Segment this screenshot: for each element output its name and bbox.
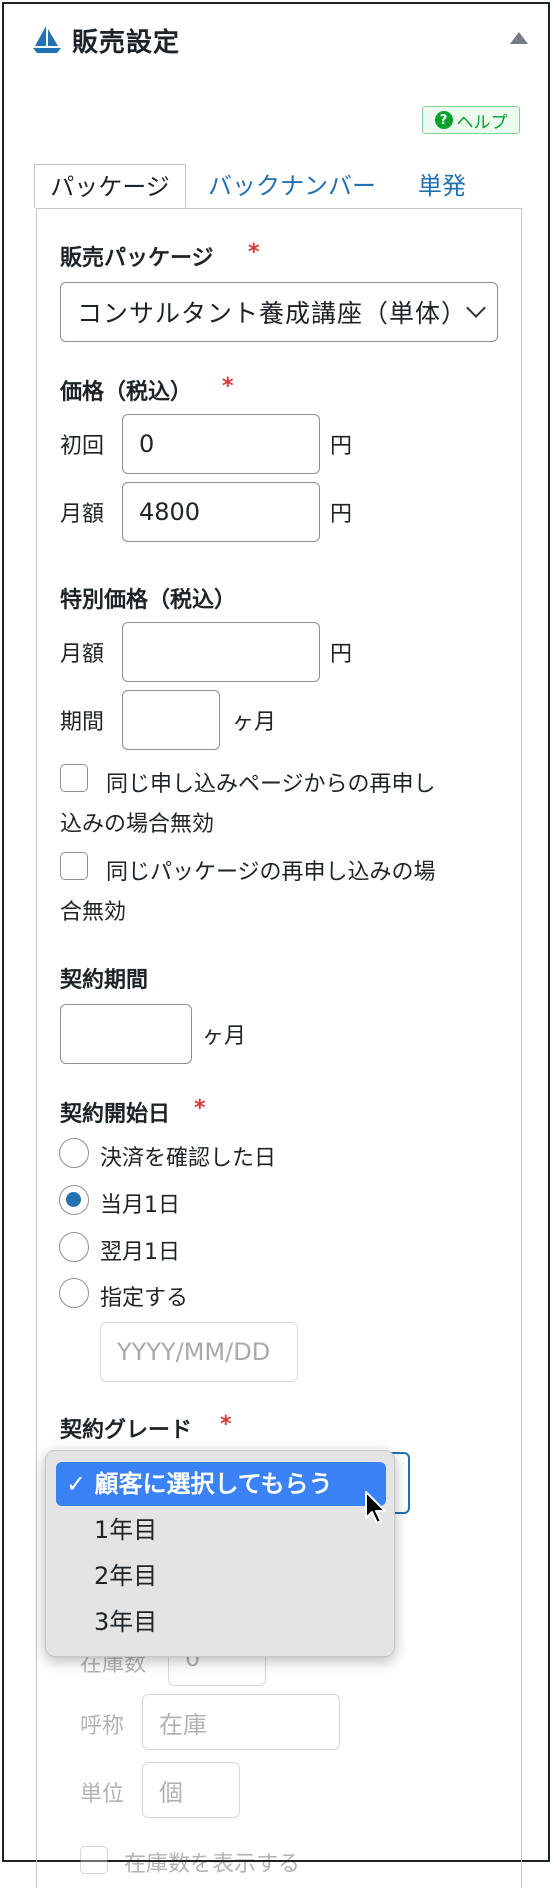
stock-unit-label: 単位: [80, 1782, 125, 1807]
panel-title: 販売設定: [72, 28, 181, 58]
start-date-option-label: 当月1日: [100, 1193, 180, 1218]
start-date-radio-payment[interactable]: [59, 1138, 89, 1168]
stock-name-input[interactable]: 在庫: [142, 1694, 340, 1750]
grade-dropdown-menu: ✓ 顧客に選択してもらう 1年目 2年目 3年目: [45, 1450, 395, 1657]
help-icon: ?: [434, 111, 453, 129]
yen-unit: 円: [330, 502, 353, 527]
tab-package[interactable]: パッケージ: [34, 164, 186, 208]
grade-option-year-2[interactable]: 2年目: [46, 1554, 394, 1598]
special-price-label: 特別価格（税込）: [60, 588, 237, 613]
required-mark: *: [248, 240, 260, 265]
show-stock-checkbox[interactable]: [80, 1846, 108, 1874]
period-label: 期間: [60, 710, 105, 735]
start-date-label: 契約開始日: [60, 1102, 171, 1127]
start-date-radio-this-month[interactable]: [59, 1185, 89, 1215]
yen-unit: 円: [330, 434, 353, 459]
grade-option-year-3[interactable]: 3年目: [46, 1600, 394, 1644]
help-button[interactable]: ? ヘルプ: [422, 106, 520, 134]
start-date-radio-next-month[interactable]: [59, 1232, 89, 1262]
reapply-page-label-line1: 同じ申し込みページからの再申し: [106, 772, 436, 797]
package-label: 販売パッケージ: [60, 246, 214, 271]
mouse-cursor-icon: [365, 1491, 386, 1524]
grade-option-year-1[interactable]: 1年目: [46, 1508, 394, 1552]
grade-option-customer-choice[interactable]: ✓ 顧客に選択してもらう: [56, 1462, 386, 1506]
start-date-placeholder: YYYY/MM/DD: [117, 1338, 271, 1366]
required-mark: *: [222, 374, 234, 399]
stock-unit-input[interactable]: 個: [142, 1762, 240, 1818]
special-monthly-label: 月額: [60, 642, 105, 667]
reapply-package-label-line2: 合無効: [60, 900, 127, 925]
price-label: 価格（税込）: [60, 380, 193, 405]
start-date-option-label: 決済を確認した日: [100, 1146, 277, 1171]
package-select[interactable]: コンサルタント養成講座（単体）: [60, 282, 498, 342]
start-date-option-label: 指定する: [100, 1286, 189, 1311]
sailboat-icon: [33, 26, 61, 53]
grade-label: 契約グレード: [60, 1418, 193, 1443]
special-monthly-input[interactable]: [122, 622, 320, 682]
help-label: ヘルプ: [456, 112, 508, 133]
required-mark: *: [220, 1412, 232, 1437]
reapply-page-label-line2: 込みの場合無効: [60, 812, 215, 837]
initial-label: 初回: [60, 434, 105, 459]
start-date-radio-specify[interactable]: [59, 1278, 89, 1308]
reapply-page-checkbox[interactable]: [60, 764, 88, 792]
tab-single[interactable]: 単発: [418, 164, 466, 208]
tab-back-number[interactable]: バックナンバー: [208, 164, 376, 208]
required-mark: *: [194, 1096, 206, 1121]
stock-name-label: 呼称: [80, 1714, 125, 1739]
show-stock-label: 在庫数を表示する: [124, 1852, 301, 1877]
monthly-price-input[interactable]: 4800: [122, 482, 320, 542]
reapply-package-label-line1: 同じパッケージの再申し込みの場: [106, 860, 436, 885]
months-unit: ヶ月: [202, 1024, 247, 1049]
yen-unit: 円: [330, 642, 353, 667]
months-unit: ヶ月: [232, 710, 277, 735]
special-period-input[interactable]: [122, 690, 220, 750]
monthly-label: 月額: [60, 502, 105, 527]
contract-period-input[interactable]: [60, 1004, 192, 1064]
start-date-input[interactable]: YYYY/MM/DD: [100, 1322, 298, 1382]
start-date-option-label: 翌月1日: [100, 1240, 180, 1265]
collapse-toggle-icon[interactable]: [510, 32, 528, 44]
reapply-package-checkbox[interactable]: [60, 852, 88, 880]
package-select-value: コンサルタント養成講座（単体）: [77, 299, 468, 328]
chevron-down-icon: [466, 298, 486, 318]
initial-price-input[interactable]: 0: [122, 414, 320, 474]
contract-period-label: 契約期間: [60, 968, 149, 993]
